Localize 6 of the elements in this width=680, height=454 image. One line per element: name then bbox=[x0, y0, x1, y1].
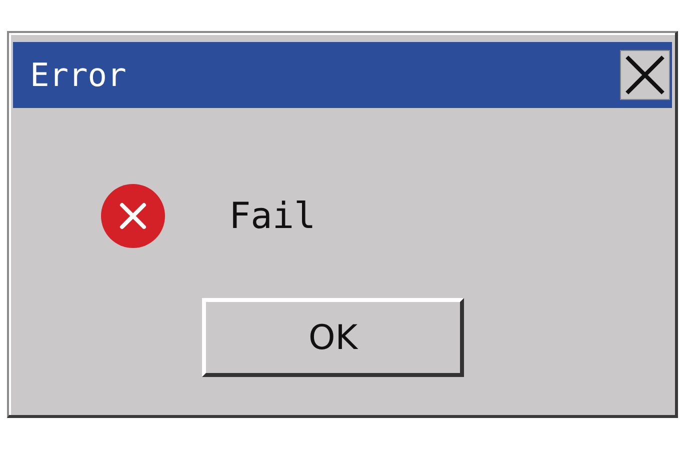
window-title: Error bbox=[30, 56, 126, 94]
close-icon bbox=[624, 54, 666, 96]
close-button[interactable] bbox=[620, 50, 670, 100]
error-message: Fail bbox=[229, 196, 316, 236]
ok-button[interactable]: OK bbox=[202, 298, 464, 377]
error-icon bbox=[101, 184, 165, 248]
